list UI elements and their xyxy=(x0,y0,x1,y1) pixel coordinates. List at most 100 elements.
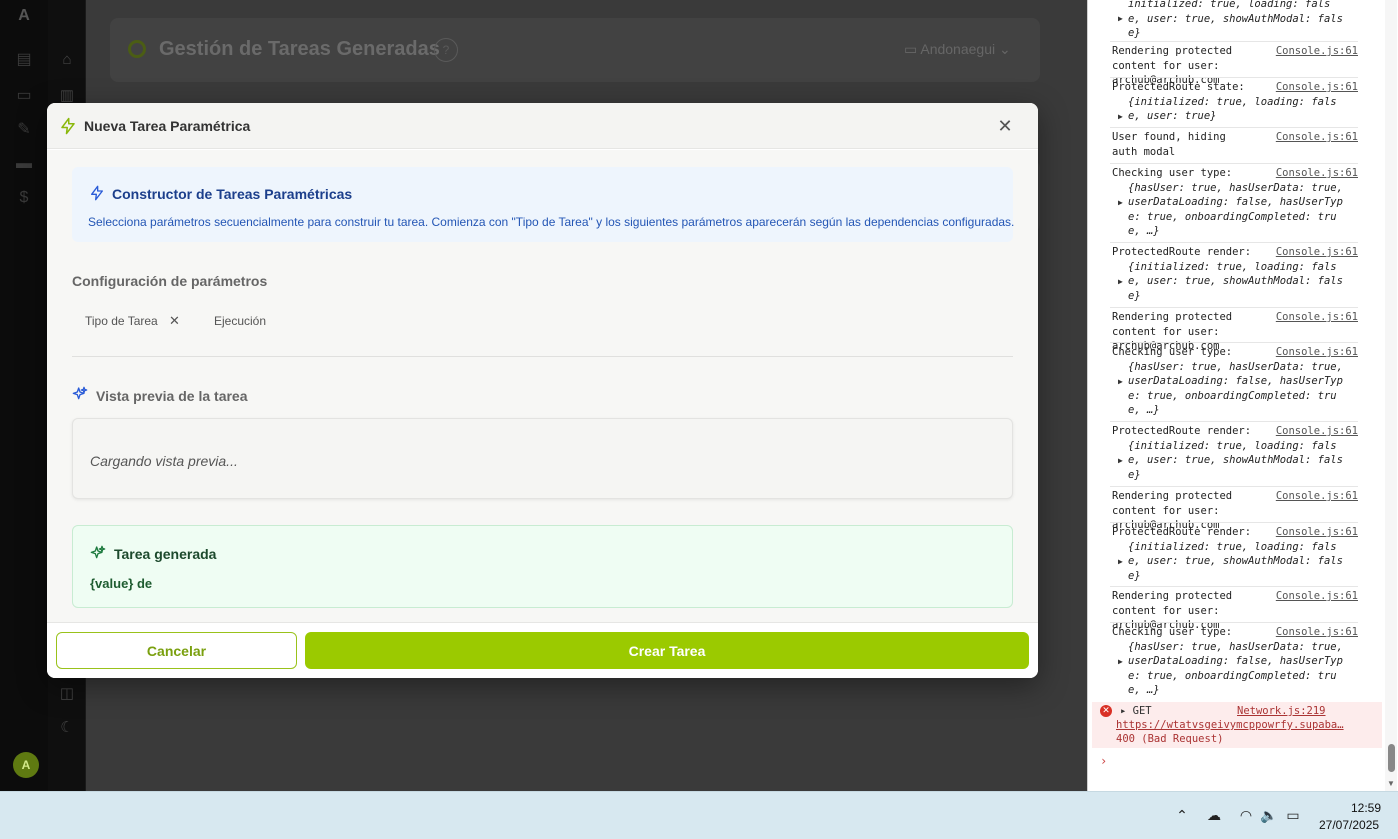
log-message: ProtectedRoute state: xyxy=(1112,81,1245,93)
log-separator xyxy=(1110,421,1358,422)
create-task-button[interactable]: Crear Tarea xyxy=(305,632,1029,669)
clock-time[interactable]: 12:59 xyxy=(1351,801,1381,815)
log-object-text: {hasUser: true, hasUserData: true, userD… xyxy=(1128,360,1343,417)
expand-triangle-icon[interactable]: ▶ xyxy=(1118,110,1123,125)
expand-triangle-icon[interactable]: ▶ xyxy=(1118,555,1123,570)
log-source-link[interactable]: Console.js:61 xyxy=(1276,80,1358,95)
document-icon[interactable]: ▤ xyxy=(14,50,34,70)
divider xyxy=(72,356,1013,357)
log-message: ProtectedRoute render: xyxy=(1112,526,1252,538)
error-source-link[interactable]: Network.js:219 xyxy=(1237,705,1326,717)
log-object-text: {hasUser: true, hasUserData: true, userD… xyxy=(1128,181,1343,238)
log-object-text: initialized: true, loading: fals e, user… xyxy=(1128,0,1343,39)
console-error-entry[interactable]: ✕ ▸ GET Network.js:219 https://wtatvsgei… xyxy=(1092,702,1382,748)
log-separator xyxy=(1110,242,1358,243)
log-object[interactable]: ▶ {initialized: true, loading: fals e, us… xyxy=(1112,95,1358,124)
expand-triangle-icon[interactable]: ▶ xyxy=(1118,12,1123,27)
log-message: User found, hiding auth modal xyxy=(1112,131,1226,158)
avatar[interactable]: A xyxy=(13,752,39,778)
log-separator xyxy=(1110,77,1358,78)
log-source-link[interactable]: Console.js:61 xyxy=(1276,130,1358,145)
log-message: ProtectedRoute render: xyxy=(1112,425,1252,437)
close-icon[interactable]: ✕ xyxy=(995,116,1015,136)
log-source-link[interactable]: Console.js:61 xyxy=(1276,525,1358,540)
cancel-button[interactable]: Cancelar xyxy=(56,632,297,669)
expand-triangle-icon[interactable]: ▶ xyxy=(1118,275,1123,290)
home-icon[interactable]: ⌂ xyxy=(57,50,77,70)
generated-task-box: Tarea generada {value} de xyxy=(72,525,1013,608)
log-object[interactable]: ▶ {initialized: true, loading: fals e, us… xyxy=(1112,540,1358,584)
expand-triangle-icon[interactable]: ▶ xyxy=(1118,454,1123,469)
log-source-link[interactable]: Console.js:61 xyxy=(1276,166,1358,181)
log-source-link[interactable]: Console.js:61 xyxy=(1276,245,1358,260)
remove-param-icon[interactable]: ✕ xyxy=(169,313,180,329)
modal-body: Constructor de Tareas Paramétricas Selec… xyxy=(47,150,1038,622)
log-message: Checking user type: xyxy=(1112,346,1233,358)
expand-triangle-icon[interactable]: ▶ xyxy=(1118,375,1123,390)
log-object[interactable]: ▶ initialized: true, loading: fals e, use… xyxy=(1112,0,1358,41)
log-object[interactable]: ▶ {hasUser: true, hasUserData: true, user… xyxy=(1112,640,1358,698)
error-icon: ✕ xyxy=(1100,705,1112,717)
generated-task-title: Tarea generada xyxy=(114,546,217,562)
panel-icon[interactable]: ◫ xyxy=(57,684,77,704)
console-log-entry: Checking user type: Console.js:61 ▶ {hasUse… xyxy=(1112,625,1358,698)
expand-triangle-icon[interactable]: ▶ xyxy=(1118,655,1123,670)
param-chip-task-type[interactable]: Tipo de Tarea xyxy=(85,314,158,328)
lightning-icon xyxy=(61,117,75,135)
scrollbar-track[interactable] xyxy=(1385,0,1397,791)
error-method-label: GET xyxy=(1132,705,1152,717)
help-icon[interactable]: ? xyxy=(434,38,458,62)
log-source-link[interactable]: Console.js:61 xyxy=(1276,424,1358,439)
log-object[interactable]: ▶ {hasUser: true, hasUserData: true, user… xyxy=(1112,360,1358,418)
log-source-link[interactable]: Console.js:61 xyxy=(1276,310,1358,325)
log-object-text: {hasUser: true, hasUserData: true, userD… xyxy=(1128,640,1343,697)
log-separator xyxy=(1110,522,1358,523)
log-separator xyxy=(1110,622,1358,623)
cloud-icon[interactable]: ☁ xyxy=(1205,807,1223,825)
console-prompt[interactable]: › xyxy=(1100,754,1107,768)
config-section-title: Configuración de parámetros xyxy=(72,273,268,289)
dollar-icon[interactable]: $ xyxy=(14,188,34,208)
project-selector[interactable]: ▭ Andonaegui ⌄ xyxy=(896,35,1036,63)
chevron-up-icon[interactable]: ⌃ xyxy=(1173,807,1191,825)
error-status: 400 (Bad Request) xyxy=(1116,733,1224,745)
log-separator xyxy=(1110,163,1358,164)
target-icon xyxy=(128,40,146,58)
scrollbar-thumb[interactable] xyxy=(1388,744,1395,772)
bed-icon[interactable]: ▬ xyxy=(14,154,34,174)
battery-icon[interactable]: ▭ xyxy=(1284,807,1302,825)
wifi-icon[interactable]: ◠ xyxy=(1237,807,1255,825)
taskbar: ⌃ ☁ ◠ 🔈 ▭ 12:59 27/07/2025 xyxy=(0,791,1398,839)
modal-header: Nueva Tarea Paramétrica ✕ xyxy=(47,103,1038,149)
moon-icon[interactable]: ☾ xyxy=(57,718,77,738)
console-log-entry: ▶ initialized: true, loading: fals e, use… xyxy=(1112,0,1358,41)
log-object[interactable]: ▶ {hasUser: true, hasUserData: true, user… xyxy=(1112,181,1358,239)
console-log-entry: ProtectedRoute render: Console.js:61 ▶ {ini… xyxy=(1112,245,1358,303)
console-log-entry: ProtectedRoute render: Console.js:61 ▶ {ini… xyxy=(1112,424,1358,482)
log-source-link[interactable]: Console.js:61 xyxy=(1276,345,1358,360)
info-box: Constructor de Tareas Paramétricas Selec… xyxy=(72,167,1014,242)
expand-triangle-icon[interactable]: ▶ xyxy=(1118,196,1123,211)
log-source-link[interactable]: Console.js:61 xyxy=(1276,489,1358,504)
param-chip-execution[interactable]: Ejecución xyxy=(214,314,266,328)
volume-icon[interactable]: 🔈 xyxy=(1260,807,1278,825)
left-rail: A ▤ ▭ ✎ ▬ $ xyxy=(0,0,48,791)
preview-loading-text: Cargando vista previa... xyxy=(90,453,238,469)
console-log-entry: User found, hiding auth modal Console.js:… xyxy=(1112,130,1358,159)
folder-icon[interactable]: ▭ xyxy=(14,86,34,106)
console-log-entry: ProtectedRoute state: Console.js:61 ▶ {init… xyxy=(1112,80,1358,124)
clock-date[interactable]: 27/07/2025 xyxy=(1319,818,1379,832)
chevron-down-icon: ⌄ xyxy=(995,41,1011,57)
brush-icon[interactable]: ✎ xyxy=(14,120,34,140)
log-source-link[interactable]: Console.js:61 xyxy=(1276,625,1358,640)
sparkles-icon xyxy=(90,545,106,559)
scroll-down-arrow-icon[interactable]: ▼ xyxy=(1387,779,1395,788)
log-object[interactable]: ▶ {initialized: true, loading: fals e, us… xyxy=(1112,260,1358,304)
project-name: Andonaegui xyxy=(920,41,996,57)
log-message: Checking user type: xyxy=(1112,167,1233,179)
log-source-link[interactable]: Console.js:61 xyxy=(1276,44,1358,59)
modal-footer: Cancelar Crear Tarea xyxy=(47,622,1038,678)
log-source-link[interactable]: Console.js:61 xyxy=(1276,589,1358,604)
error-url-link[interactable]: https://wtatvsgeivymcppowrfy.supaba… xyxy=(1116,719,1356,731)
log-object[interactable]: ▶ {initialized: true, loading: fals e, us… xyxy=(1112,439,1358,483)
